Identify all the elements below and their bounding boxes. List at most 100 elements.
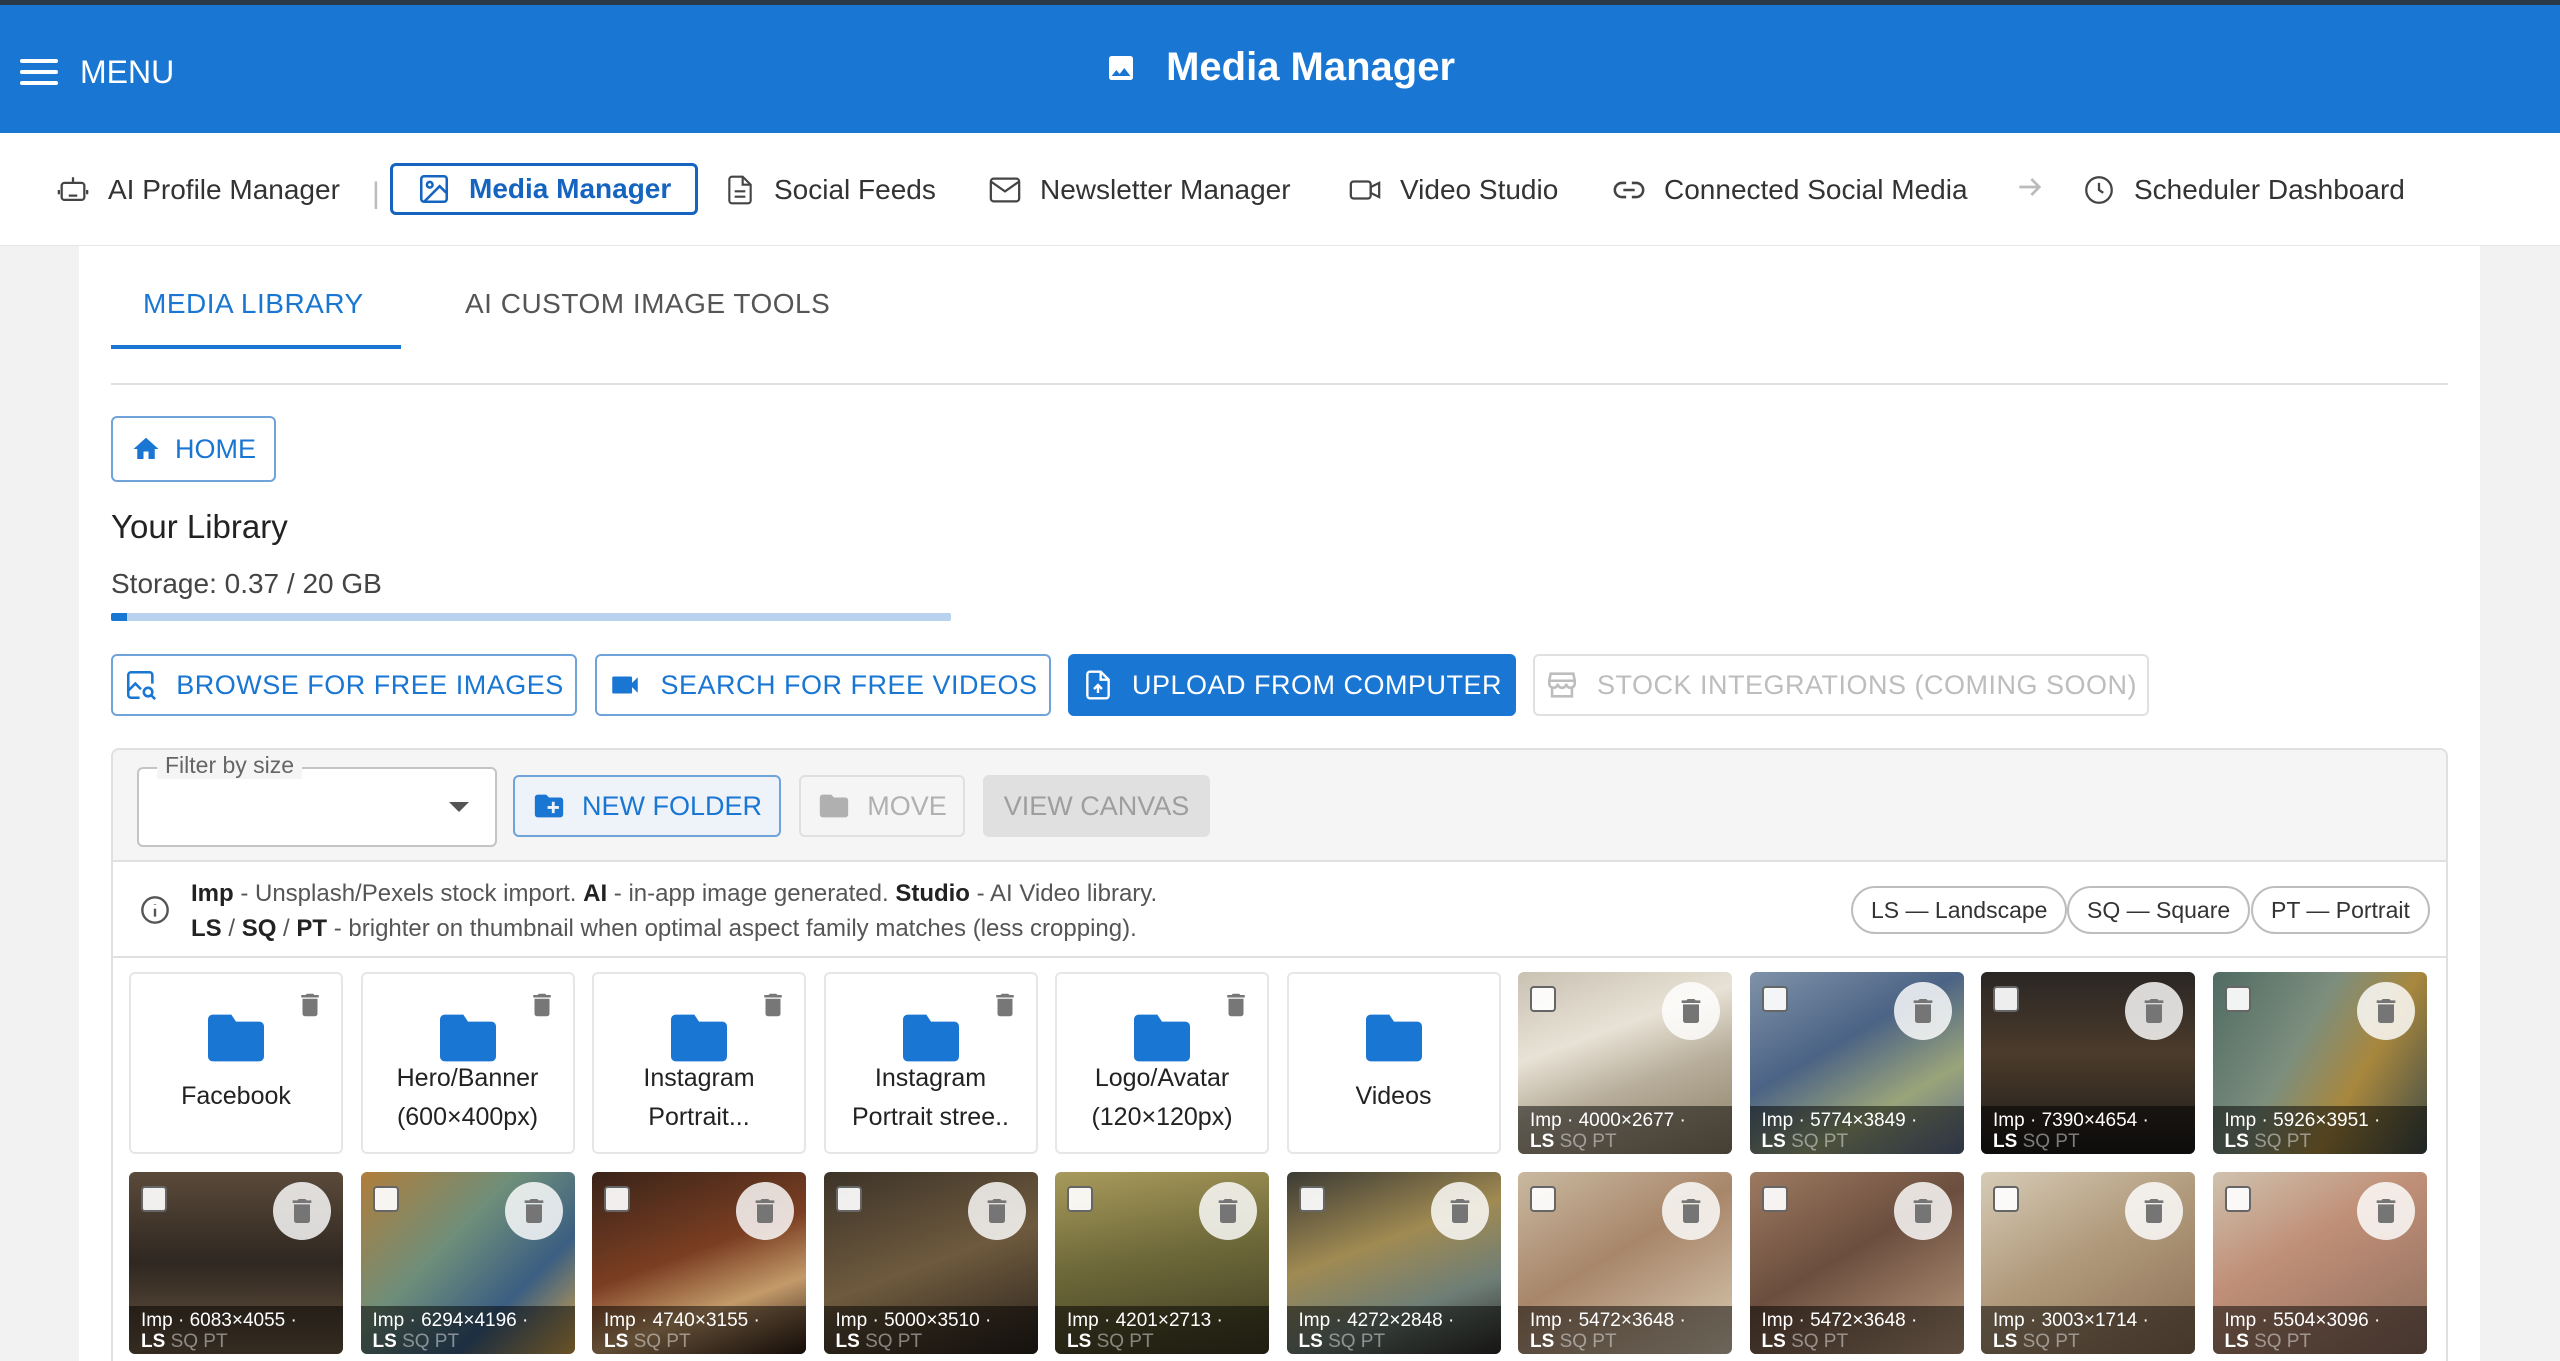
- select-checkbox[interactable]: [604, 1186, 630, 1212]
- tag-ls: LS: [2224, 1331, 2249, 1352]
- tag-pt: PT: [1360, 1331, 1386, 1352]
- image-tile[interactable]: Imp · 5472×3648 · LS SQ PT: [1518, 1172, 1732, 1354]
- tag-sq: SQ: [2022, 1131, 2051, 1152]
- delete-image-button[interactable]: [273, 1182, 331, 1240]
- trash-icon: [1218, 1199, 1238, 1223]
- delete-image-button[interactable]: [967, 1182, 1026, 1240]
- image-source: Imp: [2224, 1110, 2257, 1131]
- home-button[interactable]: HOME: [111, 416, 276, 482]
- delete-image-button[interactable]: [1662, 982, 1720, 1040]
- delete-image-button[interactable]: [504, 1182, 563, 1240]
- select-checkbox[interactable]: [835, 1186, 862, 1212]
- delete-image-button[interactable]: [1199, 1182, 1257, 1240]
- delete-image-button[interactable]: [2356, 982, 2415, 1040]
- image-tile[interactable]: Imp · 4740×3155 · LS SQ PT: [592, 1172, 806, 1354]
- upload-from-computer-button[interactable]: UPLOAD FROM COMPUTER: [1068, 654, 1516, 716]
- image-tile[interactable]: Imp · 5504×3096 · LS SQ PT: [2212, 1172, 2427, 1354]
- select-checkbox[interactable]: [2224, 1186, 2251, 1212]
- nav-newsletter-manager[interactable]: Newsletter Manager: [988, 165, 1291, 215]
- image-dimensions: 5504×3096: [2273, 1310, 2369, 1331]
- trash-icon: [764, 993, 782, 1017]
- image-tile[interactable]: Imp · 4000×2677 · LS SQ PT: [1518, 972, 1732, 1154]
- delete-folder-button[interactable]: [990, 990, 1020, 1025]
- image-dimensions: 4000×2677: [1578, 1110, 1675, 1131]
- delete-image-button[interactable]: [1662, 1182, 1720, 1240]
- view-canvas-button[interactable]: VIEW CANVAS: [983, 775, 1210, 837]
- folder-tile[interactable]: Hero/Banner (600×400px): [360, 972, 575, 1154]
- nav-scheduler-dashboard[interactable]: Scheduler Dashboard: [2082, 165, 2405, 215]
- tag-ls: LS: [1993, 1331, 2018, 1352]
- trash-icon: [1681, 1199, 1701, 1223]
- browse-free-images-button[interactable]: BROWSE FOR FREE IMAGES: [111, 654, 577, 716]
- select-checkbox[interactable]: [1761, 1186, 1788, 1212]
- image-tile[interactable]: Imp · 4201×2713 · LS SQ PT: [1055, 1172, 1269, 1354]
- image-tile[interactable]: Imp · 4272×2848 · LS SQ PT: [1286, 1172, 1501, 1354]
- delete-folder-button[interactable]: [295, 990, 325, 1025]
- tag-sq: SQ: [2254, 1331, 2282, 1352]
- folder-tile[interactable]: Instagram Portrait...: [592, 972, 806, 1154]
- select-checkbox[interactable]: [1530, 1186, 1556, 1212]
- delete-image-button[interactable]: [736, 1182, 794, 1240]
- image-dimensions: 3003×1714: [2041, 1310, 2138, 1331]
- folder-name-line2: (120×120px): [1091, 1103, 1233, 1131]
- image-tile[interactable]: Imp · 5000×3510 · LS SQ PT: [823, 1172, 1038, 1354]
- search-free-videos-button[interactable]: SEARCH FOR FREE VIDEOS: [595, 654, 1051, 716]
- nav-media-manager[interactable]: Media Manager: [390, 163, 699, 215]
- stock-integrations-button[interactable]: STOCK INTEGRATIONS (COMING SOON): [1533, 654, 2149, 716]
- app-title: Media Manager: [0, 45, 2560, 90]
- delete-image-button[interactable]: [2125, 1182, 2183, 1240]
- delete-image-button[interactable]: [1893, 982, 1952, 1040]
- image-tile[interactable]: Imp · 7390×4654 · LS SQ PT: [1981, 972, 2195, 1154]
- tag-pt: PT: [1129, 1331, 1154, 1352]
- image-source: Imp: [1530, 1110, 1562, 1131]
- image-caption: Imp · 4740×3155 · LS SQ PT: [592, 1306, 806, 1354]
- select-checkbox[interactable]: [141, 1186, 167, 1212]
- filter-by-size-select[interactable]: Filter by size: [137, 752, 497, 847]
- folder-name: Facebook: [181, 1082, 291, 1110]
- caret-down-icon: [449, 802, 469, 812]
- nav-ai-profile-manager[interactable]: AI Profile Manager: [56, 165, 340, 215]
- nav-video-studio[interactable]: Video Studio: [1348, 165, 1558, 215]
- new-folder-button[interactable]: NEW FOLDER: [513, 775, 781, 837]
- folder-tile[interactable]: Instagram Portrait stree..: [823, 972, 1038, 1154]
- delete-folder-button[interactable]: [1221, 990, 1251, 1025]
- legend-sq: SQ: [241, 915, 277, 942]
- folder-tile[interactable]: Logo/Avatar (120×120px): [1055, 972, 1269, 1154]
- image-tile[interactable]: Imp · 5472×3648 · LS SQ PT: [1749, 1172, 1964, 1354]
- nav-social-feeds[interactable]: Social Feeds: [724, 165, 936, 215]
- nav-label: Connected Social Media: [1664, 174, 1968, 205]
- trash-icon: [524, 1199, 543, 1223]
- select-checkbox[interactable]: [1298, 1186, 1325, 1212]
- move-button[interactable]: MOVE: [799, 775, 965, 837]
- delete-folder-button[interactable]: [527, 990, 557, 1025]
- storage-progress-bar: [111, 613, 951, 621]
- delete-folder-button[interactable]: [758, 990, 788, 1025]
- select-checkbox[interactable]: [1993, 1186, 2019, 1212]
- image-tile[interactable]: Imp · 6294×4196 · LS SQ PT: [360, 1172, 575, 1354]
- select-checkbox[interactable]: [1993, 986, 2019, 1012]
- clock-icon: [2085, 176, 2113, 204]
- folder-icon: [1134, 1014, 1190, 1062]
- folder-name: Hero/Banner: [396, 1064, 539, 1092]
- select-checkbox[interactable]: [1761, 986, 1788, 1012]
- delete-image-button[interactable]: [1430, 1182, 1489, 1240]
- select-checkbox[interactable]: [372, 1186, 399, 1212]
- select-checkbox[interactable]: [1530, 986, 1556, 1012]
- image-tile[interactable]: Imp · 5926×3951 · LS SQ PT: [2212, 972, 2427, 1154]
- delete-image-button[interactable]: [2125, 982, 2183, 1040]
- image-tile[interactable]: Imp · 3003×1714 · LS SQ PT: [1981, 1172, 2195, 1354]
- tab-media-library[interactable]: MEDIA LIBRARY: [143, 288, 364, 320]
- folder-tile[interactable]: Videos: [1286, 972, 1501, 1154]
- tab-ai-custom-image-tools[interactable]: AI CUSTOM IMAGE TOOLS: [465, 288, 830, 320]
- nav-connected-social-media[interactable]: Connected Social Media: [1612, 165, 1968, 215]
- folder-tile[interactable]: Facebook: [129, 972, 343, 1154]
- select-checkbox[interactable]: [1067, 1186, 1093, 1212]
- image-tile[interactable]: Imp · 6083×4055 · LS SQ PT: [129, 1172, 343, 1354]
- delete-image-button[interactable]: [1893, 1182, 1952, 1240]
- image-tile[interactable]: Imp · 5774×3849 · LS SQ PT: [1749, 972, 1964, 1154]
- image-search-icon: [127, 670, 157, 701]
- folder-name-line2: (600×400px): [396, 1103, 539, 1131]
- nav-label: Scheduler Dashboard: [2134, 174, 2405, 205]
- delete-image-button[interactable]: [2356, 1182, 2415, 1240]
- select-checkbox[interactable]: [2224, 986, 2251, 1012]
